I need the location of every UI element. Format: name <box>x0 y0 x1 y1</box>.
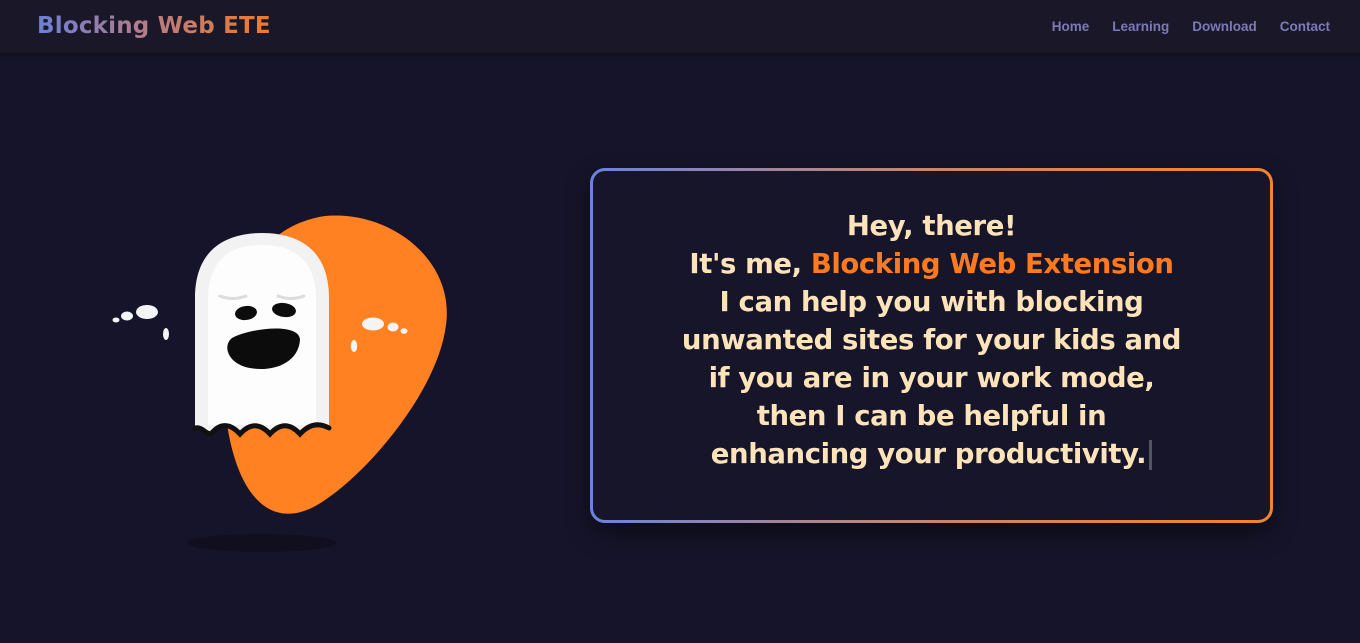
intro-greeting: Hey, there! <box>846 210 1017 242</box>
ghost-icon <box>112 215 447 552</box>
intro-line-2: It's me, Blocking Web Extension <box>593 245 1270 283</box>
nav-link-home[interactable]: Home <box>1052 19 1090 34</box>
ghost-illustration <box>100 200 460 560</box>
intro-card-body: Hey, there! It's me, Blocking Web Extens… <box>593 171 1270 520</box>
intro-line-7: enhancing your productivity. <box>710 438 1147 470</box>
nav-link-contact[interactable]: Contact <box>1280 19 1330 34</box>
brand-logo[interactable]: Blocking Web ETE <box>37 13 271 39</box>
nav-link-download[interactable]: Download <box>1192 19 1257 34</box>
intro-line-7-wrap: enhancing your productivity. <box>593 435 1270 473</box>
nav-links: Home Learning Download Contact <box>1029 19 1330 34</box>
intro-line-6: then I can be helpful in <box>756 400 1107 432</box>
intro-product-name: Blocking Web Extension <box>810 248 1174 280</box>
intro-line-2-prefix: It's me, <box>689 248 811 280</box>
text-caret-icon <box>1149 440 1153 470</box>
intro-card: Hey, there! It's me, Blocking Web Extens… <box>590 168 1273 523</box>
nav-link-learning[interactable]: Learning <box>1112 19 1169 34</box>
ghost-shadow <box>187 534 337 552</box>
intro-line-3: I can help you with blocking <box>719 286 1144 318</box>
intro-line-4: unwanted sites for your kids and <box>681 324 1182 356</box>
navbar: Blocking Web ETE Home Learning Download … <box>0 0 1360 53</box>
intro-line-5: if you are in your work mode, <box>708 362 1155 394</box>
